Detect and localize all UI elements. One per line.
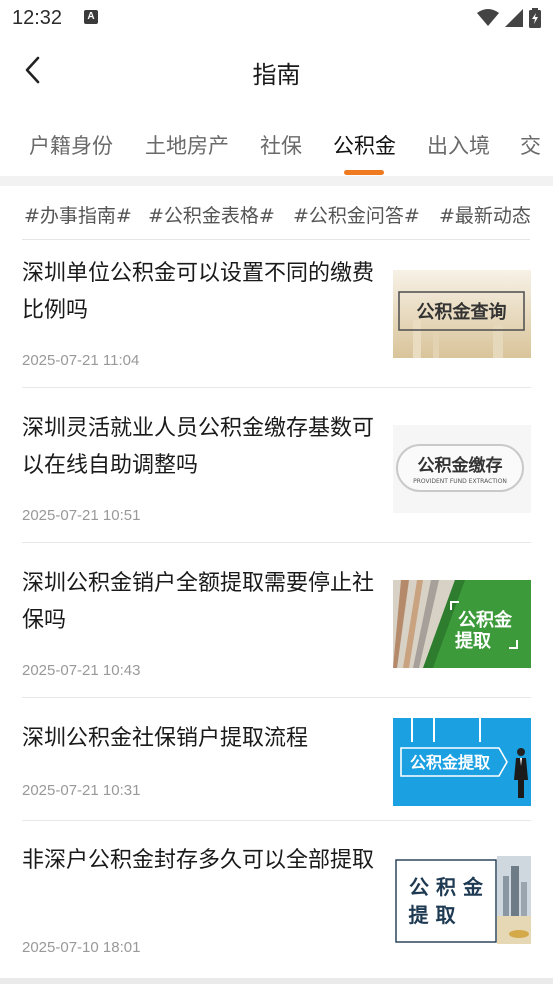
thumbnail-caption: 公积金提取 (410, 753, 490, 772)
status-bar: 12:32 A (0, 0, 553, 36)
article-thumbnail: 公积金 提取 (393, 580, 531, 668)
battery-icon (529, 8, 541, 28)
article-divider (22, 542, 531, 543)
signal-icon (505, 9, 523, 27)
thumbnail-caption: 公积金查询 (417, 301, 507, 323)
article-title: 非深户公积金封存多久可以全部提取 (22, 848, 375, 873)
hashtag-row: #办事指南# #公积金表格# #公积金问答# #最新动态# (22, 186, 530, 240)
article-item[interactable]: 深圳单位公积金可以设置不同的缴费比例吗 2025-07-21 11:04 公积金… (22, 255, 531, 388)
tab-exit-entry[interactable]: 出入境 (427, 130, 490, 160)
article-divider (22, 387, 531, 388)
wifi-icon (477, 9, 499, 26)
status-time: 12:32 (12, 7, 63, 29)
article-title: 深圳公积金销户全额提取需要停止社保吗 (22, 571, 375, 633)
hashtag-qa[interactable]: #公积金问答# (293, 201, 420, 228)
title-bar: 指南 (0, 36, 553, 106)
page-title: 指南 (252, 61, 301, 89)
article-thumbnail: 公 积 金 提 取 (393, 856, 531, 944)
article-thumbnail: 公积金提取 (393, 718, 531, 806)
thumbnail-caption: 公积金缴存 (418, 455, 503, 476)
article-thumbnail: 公积金查询 (393, 270, 531, 358)
hashtag-divider (22, 239, 530, 240)
hashtag-forms[interactable]: #公积金表格# (148, 201, 275, 228)
thumbnail-caption: 公 积 金 (409, 875, 484, 899)
article-title: 深圳灵活就业人员公积金缴存基数可以在线自助调整吗 (22, 416, 375, 478)
article-item[interactable]: 深圳公积金销户全额提取需要停止社保吗 2025-07-21 10:43 公积金 … (22, 565, 531, 698)
thumbnail-caption: 提 取 (409, 903, 456, 927)
thumbnail-caption: 公积金 (458, 609, 513, 631)
thumbnail-caption: 提取 (455, 630, 492, 652)
article-date: 2025-07-21 10:31 (22, 782, 141, 799)
article-title: 深圳单位公积金可以设置不同的缴费比例吗 (22, 261, 375, 323)
thumbnail-subcaption: PROVIDENT FUND EXTRACTION (413, 478, 507, 485)
article-date: 2025-07-21 10:51 (22, 507, 141, 524)
article-divider (22, 820, 531, 821)
article-date: 2025-07-21 11:04 (22, 352, 140, 369)
tab-huji[interactable]: 户籍身份 (29, 130, 113, 160)
article-date: 2025-07-21 10:43 (22, 662, 141, 679)
bottom-edge (0, 978, 553, 984)
tab-housing-fund[interactable]: 公积金 (333, 130, 396, 160)
hashtag-guide[interactable]: #办事指南# (24, 201, 132, 228)
article-item[interactable]: 深圳灵活就业人员公积金缴存基数可以在线自助调整吗 2025-07-21 10:5… (22, 410, 531, 543)
active-tab-indicator (344, 170, 384, 175)
article-item[interactable]: 深圳公积金社保销户提取流程 2025-07-21 10:31 公积金提取 (22, 718, 531, 821)
tab-social-security[interactable]: 社保 (260, 130, 302, 160)
article-divider (22, 697, 531, 698)
tab-land[interactable]: 土地房产 (145, 130, 229, 160)
article-date: 2025-07-10 18:01 (22, 939, 141, 956)
section-divider (0, 176, 553, 186)
notification-a-icon: A (84, 10, 98, 24)
tab-traffic[interactable]: 交 (520, 130, 541, 160)
status-icons (477, 8, 541, 28)
article-thumbnail: 公积金缴存 PROVIDENT FUND EXTRACTION (393, 425, 531, 513)
hashtag-news[interactable]: #最新动态# (439, 201, 530, 228)
category-tabs: 户籍身份 土地房产 社保 公积金 出入境 交 (0, 106, 553, 174)
article-title: 深圳公积金社保销户提取流程 (22, 726, 309, 751)
article-item[interactable]: 非深户公积金封存多久可以全部提取 2025-07-10 18:01 公 积 金 … (22, 842, 531, 976)
